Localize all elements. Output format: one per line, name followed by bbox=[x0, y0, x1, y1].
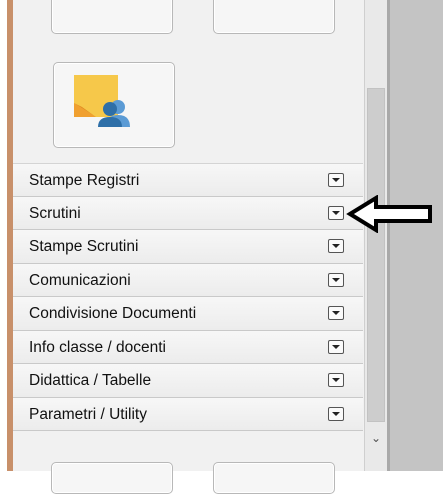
menu-item-didattica-tabelle[interactable]: Didattica / Tabelle bbox=[13, 364, 363, 398]
sticky-note-users-icon bbox=[74, 75, 130, 127]
top-tile-1[interactable] bbox=[51, 0, 173, 34]
menu-item-label: Stampe Registri bbox=[29, 172, 140, 189]
menu-item-label: Didattica / Tabelle bbox=[29, 372, 152, 389]
dropdown-arrow-icon[interactable] bbox=[328, 173, 344, 187]
menu-item-label: Comunicazioni bbox=[29, 271, 131, 289]
menu-item-stampe-scrutini[interactable]: Stampe Scrutini bbox=[13, 230, 363, 264]
dropdown-arrow-icon[interactable] bbox=[328, 373, 344, 387]
left-arrow-annotation-icon bbox=[346, 195, 432, 233]
left-border-stripe bbox=[0, 0, 13, 471]
right-gray-area bbox=[387, 0, 443, 471]
scroll-down-icon[interactable]: ⌄ bbox=[368, 430, 384, 446]
menu-item-scrutini[interactable]: Scrutini bbox=[13, 196, 363, 230]
menu-item-label: Condivisione Documenti bbox=[29, 305, 197, 322]
scrollbar-thumb[interactable] bbox=[367, 88, 385, 422]
bottom-tile-1[interactable] bbox=[51, 462, 173, 494]
menu-item-parametri-utility[interactable]: Parametri / Utility bbox=[13, 397, 363, 431]
sticky-note-users-tile[interactable] bbox=[53, 62, 175, 148]
menu-item-label: Scrutini bbox=[29, 204, 81, 222]
menu-item-info-classe-docenti[interactable]: Info classe / docenti bbox=[13, 330, 363, 364]
menu-item-label: Stampe Scrutini bbox=[29, 238, 139, 255]
menu-item-condivisione-documenti[interactable]: Condivisione Documenti bbox=[13, 297, 363, 331]
menu-item-label: Info classe / docenti bbox=[29, 338, 166, 356]
accordion-menu: Stampe Registri Scrutini Stampe Scrutini… bbox=[13, 163, 363, 431]
dropdown-arrow-icon[interactable] bbox=[328, 339, 344, 354]
dropdown-arrow-icon[interactable] bbox=[328, 406, 344, 421]
dropdown-arrow-icon[interactable] bbox=[328, 306, 344, 320]
dropdown-arrow-icon[interactable] bbox=[328, 239, 344, 253]
menu-item-comunicazioni[interactable]: Comunicazioni bbox=[13, 263, 363, 297]
top-tile-2[interactable] bbox=[213, 0, 335, 34]
bottom-tile-2[interactable] bbox=[213, 462, 335, 494]
menu-item-stampe-registri[interactable]: Stampe Registri bbox=[13, 163, 363, 197]
vertical-scrollbar[interactable]: ⌄ bbox=[364, 0, 387, 471]
menu-item-label: Parametri / Utility bbox=[29, 405, 147, 423]
dropdown-arrow-icon[interactable] bbox=[328, 272, 344, 287]
dropdown-arrow-icon[interactable] bbox=[328, 205, 344, 220]
